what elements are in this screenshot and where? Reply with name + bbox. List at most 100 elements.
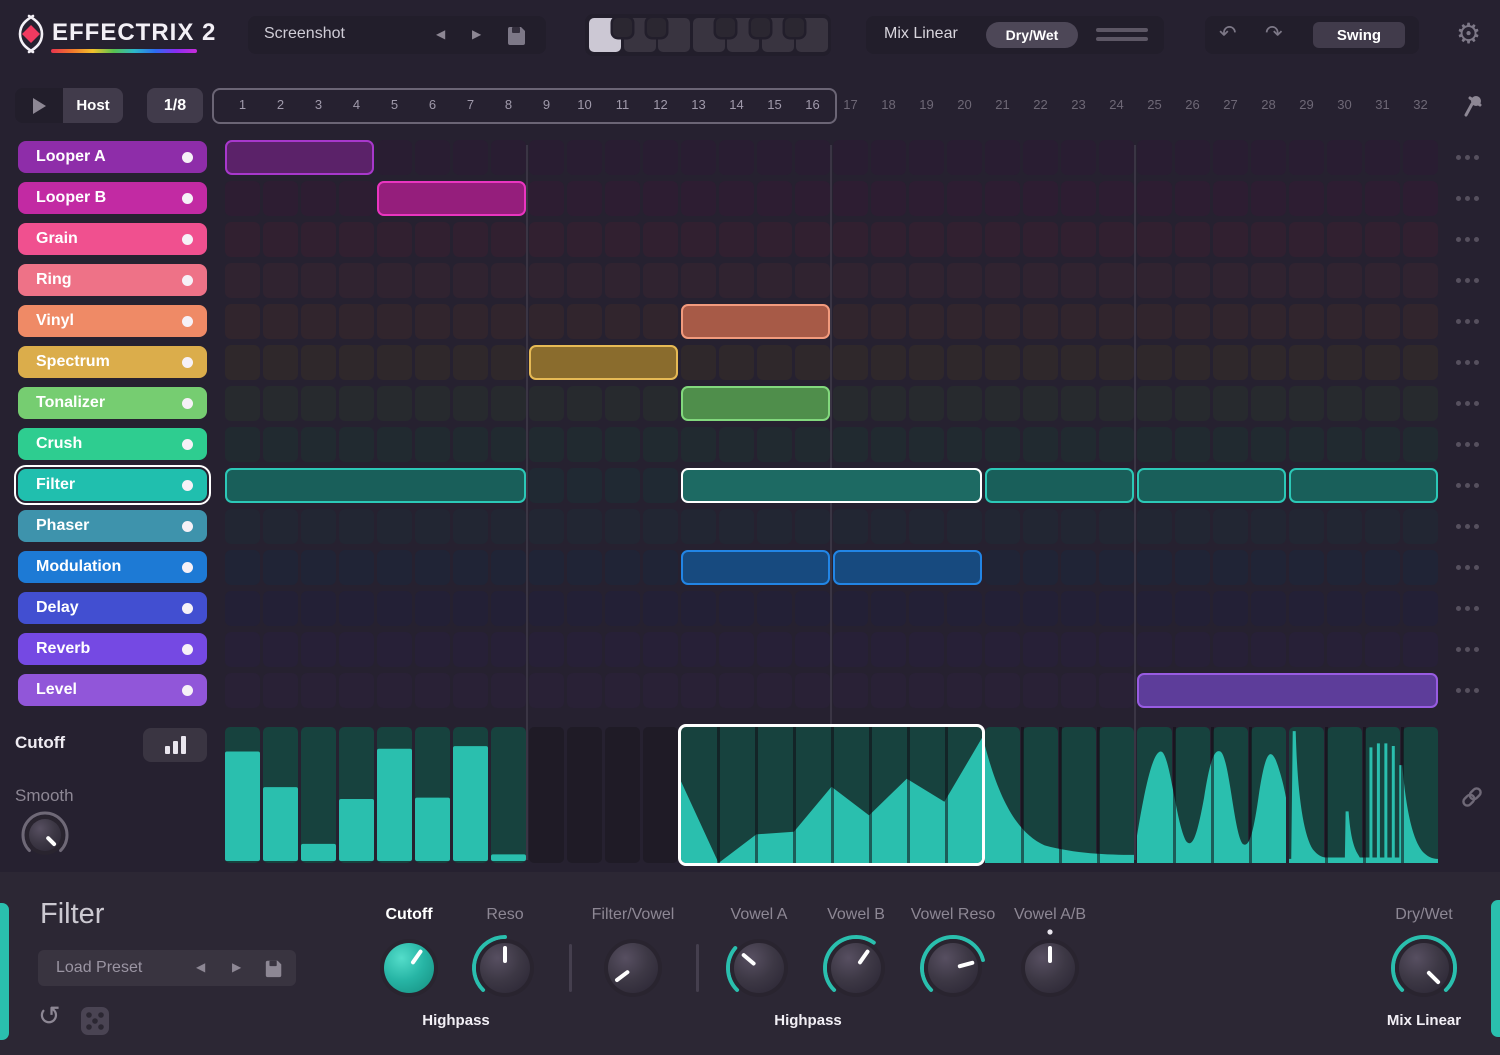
column-number-26[interactable]: 26 (1175, 97, 1210, 112)
grid-cell[interactable] (1137, 345, 1172, 380)
grid-cell[interactable] (339, 181, 374, 216)
grid-cell[interactable] (985, 304, 1020, 339)
pattern-block-tonalizer[interactable] (681, 386, 830, 421)
grid-cell[interactable] (1403, 140, 1438, 175)
grid-cell[interactable] (909, 181, 944, 216)
grid-cell[interactable] (1023, 427, 1058, 462)
grid-cell[interactable] (605, 509, 640, 544)
grid-cell[interactable] (1099, 263, 1134, 298)
track-enable-dot[interactable] (182, 233, 193, 245)
grid-cell[interactable] (871, 427, 906, 462)
grid-cell[interactable] (643, 140, 678, 175)
grid-cell[interactable] (681, 673, 716, 708)
grid-cell[interactable] (1175, 509, 1210, 544)
grid-cell[interactable] (415, 263, 450, 298)
column-number-11[interactable]: 11 (605, 97, 640, 112)
column-number-25[interactable]: 25 (1137, 97, 1172, 112)
grid-cell[interactable] (909, 345, 944, 380)
pattern-block-level[interactable] (1137, 673, 1438, 708)
grid-cell[interactable] (1023, 140, 1058, 175)
grid-cell[interactable] (415, 550, 450, 585)
grid-cell[interactable] (605, 632, 640, 667)
grid-cell[interactable] (909, 386, 944, 421)
grid-cell[interactable] (947, 304, 982, 339)
grid-cell[interactable] (529, 386, 564, 421)
grid-cell[interactable] (985, 427, 1020, 462)
grid-cell[interactable] (1175, 263, 1210, 298)
grid-cell[interactable] (339, 427, 374, 462)
grid-cell[interactable] (1403, 550, 1438, 585)
track-enable-dot[interactable] (182, 643, 193, 655)
grid-cell[interactable] (263, 673, 298, 708)
grid-cell[interactable] (491, 304, 526, 339)
row-menu-ellipsis-icon[interactable] (1456, 442, 1479, 447)
grid-cell[interactable] (1327, 386, 1362, 421)
track-spectrum[interactable]: Spectrum (18, 346, 207, 378)
grid-cell[interactable] (1061, 386, 1096, 421)
grid-cell[interactable] (757, 673, 792, 708)
grid-cell[interactable] (491, 509, 526, 544)
grid-cell[interactable] (833, 304, 868, 339)
grid-cell[interactable] (1023, 550, 1058, 585)
grid-cell[interactable] (377, 140, 412, 175)
grid-cell[interactable] (1099, 222, 1134, 257)
grid-cell[interactable] (529, 304, 564, 339)
grid-cell[interactable] (1175, 550, 1210, 585)
step-mode-button[interactable] (143, 728, 207, 762)
preset-name[interactable]: Screenshot (264, 25, 345, 43)
grid-cell[interactable] (567, 263, 602, 298)
grid-cell[interactable] (339, 386, 374, 421)
column-number-22[interactable]: 22 (1023, 97, 1058, 112)
grid-cell[interactable] (1365, 222, 1400, 257)
column-number-17[interactable]: 17 (833, 97, 868, 112)
grid-cell[interactable] (1289, 509, 1324, 544)
grid-cell[interactable] (1175, 304, 1210, 339)
grid-cell[interactable] (1289, 386, 1324, 421)
grid-cell[interactable] (833, 140, 868, 175)
grid-cell[interactable] (529, 140, 564, 175)
grid-cell[interactable] (491, 632, 526, 667)
grid-cell[interactable] (795, 222, 830, 257)
grid-cell[interactable] (377, 591, 412, 626)
grid-cell[interactable] (1403, 427, 1438, 462)
grid-cell[interactable] (1213, 550, 1248, 585)
grid-cell[interactable] (947, 140, 982, 175)
grid-cell[interactable] (339, 345, 374, 380)
grid-cell[interactable] (757, 427, 792, 462)
grid-cell[interactable] (985, 591, 1020, 626)
grid-cell[interactable] (225, 509, 260, 544)
grid-cell[interactable] (263, 550, 298, 585)
grid-cell[interactable] (1099, 181, 1134, 216)
track-crush[interactable]: Crush (18, 428, 207, 460)
grid-cell[interactable] (1023, 222, 1058, 257)
play-button[interactable] (15, 88, 63, 123)
grid-cell[interactable] (529, 468, 564, 503)
pattern-block-spectrum[interactable] (529, 345, 678, 380)
grid-cell[interactable] (719, 345, 754, 380)
grid-cell[interactable] (1365, 427, 1400, 462)
mix-slider-icon[interactable] (1096, 28, 1148, 32)
grid-cell[interactable] (719, 140, 754, 175)
grid-cell[interactable] (491, 263, 526, 298)
grid-cell[interactable] (1289, 632, 1324, 667)
grid-cell[interactable] (1061, 263, 1096, 298)
track-enable-dot[interactable] (182, 602, 193, 614)
effect-preset-selector[interactable]: Load Preset ◀ ▶ (38, 950, 296, 986)
grid-cell[interactable] (225, 673, 260, 708)
grid-cell[interactable] (1137, 591, 1172, 626)
knob-vowel-a[interactable] (719, 928, 799, 1008)
column-number-2[interactable]: 2 (263, 97, 298, 112)
grid-cell[interactable] (263, 509, 298, 544)
grid-cell[interactable] (1213, 427, 1248, 462)
grid-cell[interactable] (491, 386, 526, 421)
pin-icon[interactable] (1461, 92, 1485, 120)
grid-cell[interactable] (643, 304, 678, 339)
row-menu-ellipsis-icon[interactable] (1456, 360, 1479, 365)
grid-cell[interactable] (1365, 140, 1400, 175)
column-number-10[interactable]: 10 (567, 97, 602, 112)
grid-cell[interactable] (1289, 304, 1324, 339)
grid-cell[interactable] (1213, 222, 1248, 257)
grid-cell[interactable] (1289, 345, 1324, 380)
column-number-20[interactable]: 20 (947, 97, 982, 112)
column-number-18[interactable]: 18 (871, 97, 906, 112)
